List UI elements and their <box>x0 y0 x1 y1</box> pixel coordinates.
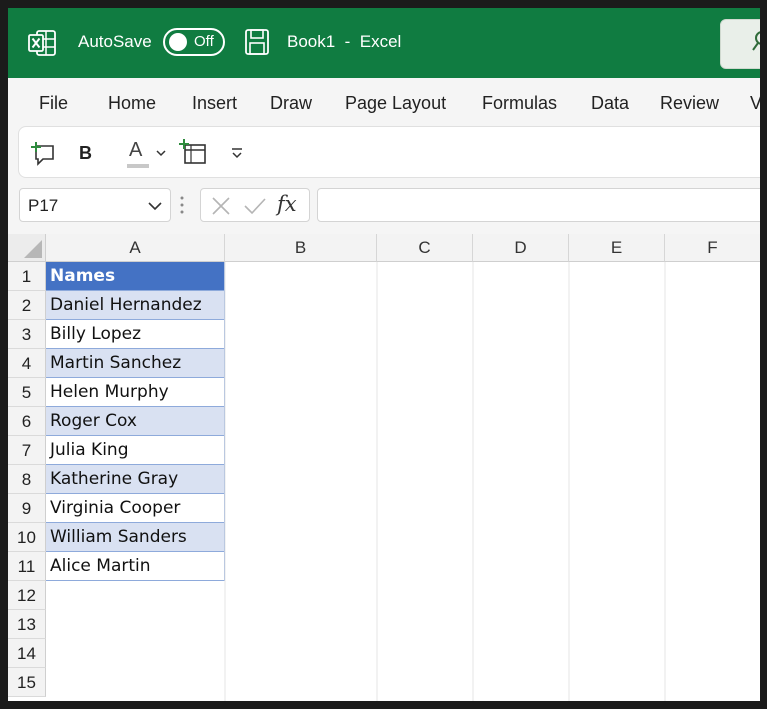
formula-bar: P17 fx <box>8 180 760 238</box>
excel-logo-icon <box>28 30 56 56</box>
table-cell[interactable]: William Sanders <box>46 523 225 552</box>
row-header-7[interactable]: 7 <box>8 436 46 465</box>
row-header-8[interactable]: 8 <box>8 465 46 494</box>
cancel-icon[interactable] <box>211 196 231 216</box>
select-all-triangle-icon <box>24 240 42 258</box>
table-cell[interactable]: Helen Murphy <box>46 378 225 407</box>
tab-insert[interactable]: Insert <box>192 93 237 114</box>
tab-formulas[interactable]: Formulas <box>482 93 557 114</box>
table-cell[interactable]: Alice Martin <box>46 552 225 581</box>
column-header-e[interactable]: E <box>569 234 665 262</box>
formula-input[interactable] <box>317 188 760 222</box>
row-header-9[interactable]: 9 <box>8 494 46 523</box>
font-color-swatch <box>127 164 149 168</box>
tab-view[interactable]: V <box>750 93 760 114</box>
select-all-button[interactable] <box>8 234 46 262</box>
row-header-2[interactable]: 2 <box>8 291 46 320</box>
new-comment-icon[interactable] <box>31 139 57 167</box>
row-header-6[interactable]: 6 <box>8 407 46 436</box>
row-header-13[interactable]: 13 <box>8 610 46 639</box>
title-bar: AutoSave Off Book1 - Excel <box>8 8 760 78</box>
autosave-label: AutoSave <box>78 32 152 51</box>
row-header-10[interactable]: 10 <box>8 523 46 552</box>
excel-window: AutoSave Off Book1 - Excel File Home Ins… <box>8 8 760 701</box>
row-header-3[interactable]: 3 <box>8 320 46 349</box>
column-header-f[interactable]: F <box>665 234 760 262</box>
autosave-state: Off <box>194 33 214 50</box>
tab-file[interactable]: File <box>39 93 68 114</box>
toggle-knob <box>169 33 187 51</box>
name-box-value: P17 <box>28 196 59 215</box>
table-cell[interactable]: Julia King <box>46 436 225 465</box>
tab-draw[interactable]: Draw <box>270 93 312 114</box>
table-cell[interactable]: Virginia Cooper <box>46 494 225 523</box>
formula-buttons: fx <box>200 188 310 222</box>
column-header-d[interactable]: D <box>473 234 569 262</box>
save-icon[interactable] <box>244 28 270 56</box>
bold-button[interactable]: B <box>79 143 92 171</box>
table-cell[interactable]: Billy Lopez <box>46 320 225 349</box>
table-cell[interactable]: Martin Sanchez <box>46 349 225 378</box>
worksheet-grid: ABCDEF 1 2 3 4 5 6 7 8 9 10 11 12 13 14 15 Names Daniel… <box>8 234 760 701</box>
row-header-14[interactable]: 14 <box>8 639 46 668</box>
document-title: Book1 - Excel <box>287 32 402 51</box>
font-color-button[interactable]: A <box>127 139 151 168</box>
table-cell[interactable]: Daniel Hernandez <box>46 291 225 320</box>
column-header-c[interactable]: C <box>377 234 473 262</box>
row-header-4[interactable]: 4 <box>8 349 46 378</box>
autosave-toggle[interactable]: Off <box>163 28 225 56</box>
row-header-5[interactable]: 5 <box>8 378 46 407</box>
search-button[interactable] <box>720 19 760 69</box>
customize-toolbar-icon[interactable] <box>230 139 244 167</box>
drag-handle-icon[interactable] <box>178 194 186 216</box>
tab-page-layout[interactable]: Page Layout <box>345 93 446 114</box>
quick-access-toolbar: B A <box>18 126 760 178</box>
enter-check-icon[interactable] <box>243 196 267 216</box>
row-header-11[interactable]: 11 <box>8 552 46 581</box>
column-header-b[interactable]: B <box>225 234 377 262</box>
font-color-dropdown-icon[interactable] <box>155 139 167 167</box>
chevron-down-icon[interactable] <box>148 199 162 213</box>
tab-review[interactable]: Review <box>660 93 719 114</box>
insert-table-icon[interactable] <box>179 139 207 167</box>
table-cell[interactable]: Katherine Gray <box>46 465 225 494</box>
row-header-12[interactable]: 12 <box>8 581 46 610</box>
table-cell[interactable]: Roger Cox <box>46 407 225 436</box>
tab-data[interactable]: Data <box>591 93 629 114</box>
table-header-cell[interactable]: Names <box>46 262 225 291</box>
font-color-icon: A <box>129 139 143 161</box>
ribbon-tabs: File Home Insert Draw Page Layout Formul… <box>8 78 760 126</box>
tab-home[interactable]: Home <box>108 93 156 114</box>
insert-function-icon[interactable]: fx <box>277 192 297 216</box>
column-header-a[interactable]: A <box>46 234 225 262</box>
row-header-1[interactable]: 1 <box>8 262 46 291</box>
row-header-15[interactable]: 15 <box>8 668 46 697</box>
name-box[interactable]: P17 <box>19 188 171 222</box>
search-icon <box>752 31 760 51</box>
